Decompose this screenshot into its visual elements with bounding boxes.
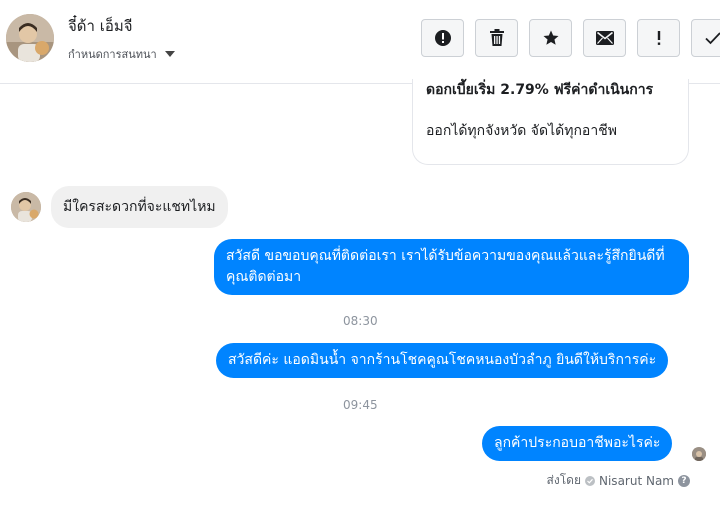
message-timestamp: 09:45 bbox=[343, 398, 378, 412]
mark-done-button[interactable] bbox=[691, 19, 720, 57]
contact-avatar[interactable] bbox=[6, 14, 54, 62]
exclamation-icon bbox=[657, 31, 660, 45]
delete-button[interactable] bbox=[475, 19, 518, 57]
envelope-icon bbox=[595, 31, 614, 45]
follow-up-button[interactable] bbox=[637, 19, 680, 57]
help-icon[interactable]: ? bbox=[678, 474, 690, 487]
ad-card[interactable]: ดอกเบี้ยเริ่ม 2.79% ฟรีค่าดำเนินการ ออกไ… bbox=[412, 79, 689, 165]
contact-name[interactable]: จี๋ด้า เอ็มจี bbox=[68, 14, 133, 38]
sent-check-icon bbox=[585, 475, 595, 486]
checkmark-icon bbox=[704, 32, 720, 45]
outgoing-message[interactable]: สวัสดี ขอขอบคุณที่ติดต่อเรา เราได้รับข้อ… bbox=[214, 239, 689, 295]
incoming-message[interactable]: มีใครสะดวกที่จะแชทไหม bbox=[51, 186, 228, 228]
message-timestamp: 08:30 bbox=[343, 314, 378, 328]
star-icon bbox=[543, 30, 558, 45]
conversation-header: จี๋ด้า เอ็มจี กำหนดการสนทนา bbox=[0, 0, 720, 84]
star-button[interactable] bbox=[529, 19, 572, 57]
outgoing-message[interactable]: สวัสดีค่ะ แอดมินน้ำ จากร้านโชคคูณโชคหนอง… bbox=[216, 343, 669, 378]
report-spam-button[interactable] bbox=[421, 19, 464, 57]
conversation-status-label: กำหนดการสนทนา bbox=[68, 48, 157, 61]
alert-circle-icon bbox=[434, 30, 451, 46]
contact-avatar-small bbox=[11, 192, 41, 222]
conversation-status-dropdown[interactable]: กำหนดการสนทนา bbox=[68, 45, 175, 63]
sent-by-info: ส่งโดย Nisarut Nam ? bbox=[547, 471, 690, 490]
ad-card-subtitle: ออกได้ทุกจังหวัด จัดได้ทุกอาชีพ bbox=[426, 123, 617, 139]
caret-down-icon bbox=[164, 51, 175, 57]
trash-icon bbox=[489, 29, 504, 46]
sent-by-prefix: ส่งโดย bbox=[546, 473, 581, 487]
message-thread[interactable]: ดอกเบี้ยเริ่ม 2.79% ฟรีค่าดำเนินการ ออกไ… bbox=[0, 79, 720, 508]
header-actions bbox=[421, 19, 720, 57]
ad-card-title: ดอกเบี้ยเริ่ม 2.79% ฟรีค่าดำเนินการ bbox=[426, 82, 654, 98]
seen-avatar bbox=[692, 447, 706, 461]
outgoing-message[interactable]: ลูกค้าประกอบอาชีพอะไรค่ะ bbox=[482, 426, 673, 461]
mark-unread-button[interactable] bbox=[583, 19, 626, 57]
sender-name[interactable]: Nisarut Nam bbox=[599, 474, 674, 488]
